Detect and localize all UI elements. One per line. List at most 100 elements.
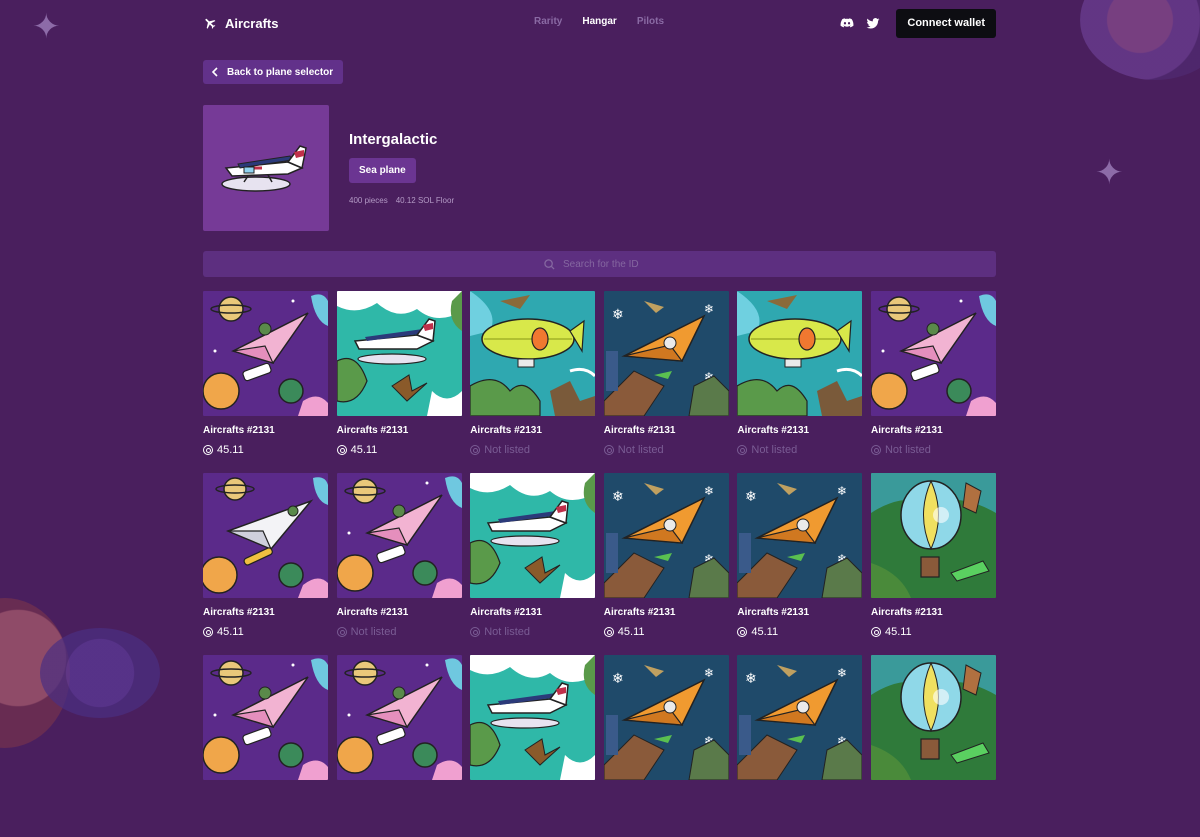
nft-card[interactable]: Aircrafts #2131 45.11	[203, 473, 328, 655]
sol-coin-icon	[470, 627, 481, 637]
search-bar[interactable]	[203, 251, 996, 277]
nft-thumbnail	[336, 291, 462, 416]
price-value: 45.11	[350, 444, 378, 456]
sol-coin-icon	[203, 627, 213, 637]
collection-stats: 400 pieces 40.12 SOL Floor	[349, 196, 454, 205]
nft-grid: Aircrafts #2131 45.11 Aircrafts #2131 45.1…	[203, 291, 996, 837]
top-bar: Aircrafts Rarity Hangar Pilots Connect w…	[203, 8, 996, 38]
nft-thumbnail	[470, 473, 596, 598]
nft-card[interactable]: ❄ ❄ ❄ ❄ Aircrafts #2131 Not listed	[603, 291, 729, 473]
sol-coin-icon	[870, 445, 881, 455]
not-listed-status: Not listed	[470, 626, 595, 638]
plane-type-badge[interactable]: Sea plane	[349, 158, 416, 183]
not-listed-status: Not listed	[870, 444, 996, 456]
nft-card[interactable]: Aircrafts #2131 45.11	[870, 473, 996, 655]
connect-wallet-button[interactable]: Connect wallet	[896, 8, 996, 38]
nft-name: Aircrafts #2131	[336, 425, 409, 436]
nft-card[interactable]	[470, 655, 596, 837]
nft-price: 45.11	[603, 626, 729, 638]
nft-thumbnail: ❄ ❄ ❄ ❄	[737, 473, 863, 598]
nft-name: Aircrafts #2131	[470, 425, 542, 436]
sol-coin-icon	[737, 445, 748, 455]
nav-pilots[interactable]: Pilots	[637, 16, 664, 27]
nft-card[interactable]: ❄ ❄ ❄ ❄	[603, 655, 729, 837]
nft-thumbnail: ❄ ❄ ❄ ❄	[603, 655, 729, 780]
chevron-left-icon	[211, 67, 218, 77]
floor-price: 40.12 SOL Floor	[395, 196, 455, 205]
not-listed-status: Not listed	[603, 444, 729, 456]
nft-thumbnail	[336, 473, 462, 598]
nft-thumbnail	[203, 655, 328, 780]
svg-text:❄: ❄	[704, 484, 714, 498]
nft-card[interactable]: Aircrafts #2131 Not listed	[470, 473, 596, 655]
nft-card[interactable]	[203, 655, 328, 837]
nft-thumbnail	[203, 473, 328, 598]
nft-price: 45.11	[870, 626, 996, 638]
sol-coin-icon	[203, 445, 213, 455]
svg-text:❄: ❄	[837, 484, 847, 498]
nft-card[interactable]: Aircrafts #2131 Not listed	[737, 291, 863, 473]
nft-card[interactable]: ❄ ❄ ❄ ❄	[737, 655, 863, 837]
nft-card[interactable]: Aircrafts #2131 Not listed	[870, 291, 996, 473]
nft-name: Aircrafts #2131	[603, 425, 676, 436]
nft-thumbnail	[470, 655, 596, 780]
nft-name: Aircrafts #2131	[603, 607, 676, 618]
svg-text:❄: ❄	[612, 488, 624, 504]
sol-coin-icon	[737, 627, 748, 637]
main-nav: Rarity Hangar Pilots	[534, 16, 664, 27]
nft-name: Aircrafts #2131	[336, 607, 409, 618]
collection-cover-image	[203, 105, 329, 231]
nft-card[interactable]: ❄ ❄ ❄ ❄ Aircrafts #2131 45.11	[603, 473, 729, 655]
not-listed-status: Not listed	[737, 444, 862, 456]
nft-price: 45.11	[737, 626, 862, 638]
discord-icon[interactable]	[840, 16, 854, 30]
sol-coin-icon	[870, 627, 881, 637]
nft-price: 45.11	[203, 444, 328, 456]
sol-coin-icon	[336, 627, 347, 637]
nav-rarity[interactable]: Rarity	[534, 16, 562, 27]
not-listed-status: Not listed	[336, 626, 462, 638]
price-value: Not listed	[484, 626, 531, 638]
nft-card[interactable]: Aircrafts #2131 45.11	[203, 291, 328, 473]
pieces-count: 400 pieces	[349, 196, 388, 205]
nft-thumbnail	[470, 291, 596, 416]
nft-price: 45.11	[336, 444, 462, 456]
svg-text:❄: ❄	[612, 670, 624, 686]
nft-card[interactable]: Aircrafts #2131 Not listed	[470, 291, 596, 473]
price-value: Not listed	[751, 444, 798, 456]
svg-text:❄: ❄	[612, 306, 624, 322]
back-button[interactable]: Back to plane selector	[203, 60, 344, 84]
seaplane-icon	[221, 145, 307, 192]
search-input[interactable]	[561, 257, 655, 271]
nft-card[interactable]	[870, 655, 996, 837]
planet-decoration	[0, 598, 70, 748]
nft-thumbnail	[870, 291, 996, 416]
price-value: Not listed	[884, 444, 931, 456]
sol-coin-icon	[470, 445, 481, 455]
nft-name: Aircrafts #2131	[737, 425, 810, 436]
nft-card[interactable]	[336, 655, 462, 837]
nft-thumbnail	[203, 291, 328, 416]
sol-coin-icon	[603, 445, 614, 455]
sol-coin-icon	[603, 627, 614, 637]
cloud-decoration	[1080, 0, 1200, 80]
price-value: Not listed	[350, 626, 397, 638]
nft-price: 45.11	[203, 626, 328, 638]
logo[interactable]: Aircrafts	[203, 16, 278, 31]
nav-hangar[interactable]: Hangar	[582, 16, 616, 27]
price-value: 45.11	[217, 444, 244, 456]
price-value: 45.11	[617, 626, 645, 638]
nft-card[interactable]: ❄ ❄ ❄ ❄ Aircrafts #2131 45.11	[737, 473, 863, 655]
nft-name: Aircrafts #2131	[203, 425, 275, 436]
nft-name: Aircrafts #2131	[870, 607, 943, 618]
nft-card[interactable]: Aircrafts #2131 45.11	[336, 291, 462, 473]
nft-card[interactable]: Aircrafts #2131 Not listed	[336, 473, 462, 655]
price-value: Not listed	[617, 444, 664, 456]
nft-thumbnail	[336, 655, 462, 780]
twitter-icon[interactable]	[866, 16, 880, 30]
nft-thumbnail	[737, 291, 863, 416]
sparkle-icon: ✦	[32, 8, 61, 46]
nft-name: Aircrafts #2131	[203, 607, 275, 618]
svg-text:❄: ❄	[704, 302, 714, 316]
nft-name: Aircrafts #2131	[737, 607, 810, 618]
